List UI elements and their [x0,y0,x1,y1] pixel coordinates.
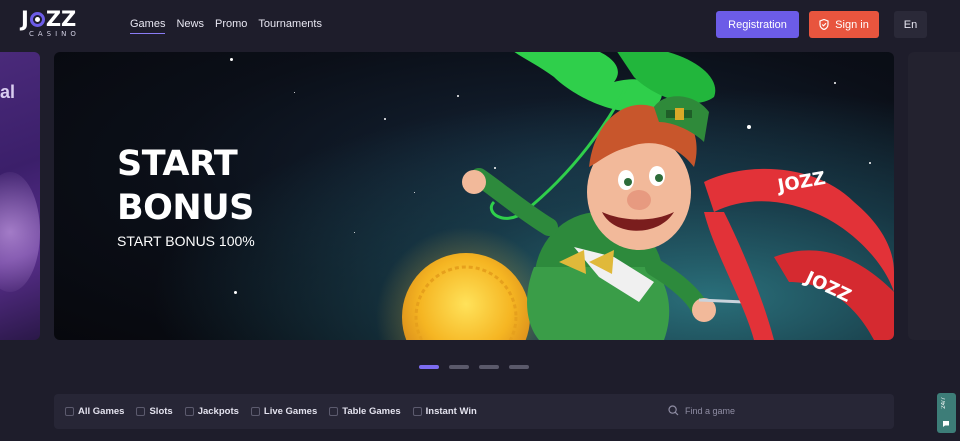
ribbon-text-layer: JOZZ JOZZ [774,168,854,307]
jackpot-icon [184,407,194,416]
live-icon [250,407,260,416]
category-all-games[interactable]: All Games [65,406,124,417]
prev-slide-glow [0,172,40,292]
slots-icon [136,407,146,416]
ribbon-logo-text: JOZZ [774,168,827,197]
support-chat-button[interactable]: 24/7 [937,393,956,433]
promo-banner[interactable]: START BONUS START BONUS 100% JOZZ JOZZ [54,52,894,340]
category-label: All Games [78,406,125,417]
language-selector[interactable]: En [894,11,927,38]
logo-letter-left: J [21,7,29,31]
logo-subtitle: CASINO [29,30,80,38]
logo-letters-right: ZZ [45,7,77,31]
shield-icon [819,19,829,30]
registration-button[interactable]: Registration [716,11,799,38]
category-label: Jackpots [197,406,239,417]
carousel-dot-2[interactable] [449,365,469,369]
ribbon-logo-text-2: JOZZ [800,267,854,307]
category-instant-win[interactable]: Instant Win [412,406,477,417]
chat-icon [943,421,949,427]
carousel-pagination [419,365,529,369]
category-slots[interactable]: Slots [136,406,173,417]
category-table-games[interactable]: Table Games [329,406,401,417]
main-nav: Games News Promo Tournaments [130,17,322,34]
nav-promo[interactable]: Promo [215,17,247,34]
category-label: Table Games [342,406,401,417]
category-label: Slots [149,406,173,417]
nav-news[interactable]: News [176,17,204,34]
signin-label: Sign in [835,18,869,31]
logo-o-icon [29,11,45,27]
instant-icon [412,407,422,416]
carousel-dot-3[interactable] [479,365,499,369]
carousel-prev-slide[interactable]: al [0,52,40,340]
grid-icon [65,407,74,416]
signin-button[interactable]: Sign in [809,11,879,38]
search-icon [668,405,679,416]
category-label: Instant Win [425,406,477,417]
nav-games[interactable]: Games [130,17,166,34]
game-category-bar: All Games Slots Jackpots Live Games Tabl… [54,394,894,429]
logo[interactable]: J ZZ CASINO [21,8,81,40]
nav-tournaments[interactable]: Tournaments [258,17,322,34]
carousel-dot-1[interactable] [419,365,439,369]
game-search [668,405,865,416]
carousel-dot-4[interactable] [509,365,529,369]
category-jackpots[interactable]: Jackpots [184,406,239,417]
header: J ZZ CASINO Games News Promo Tournaments… [0,0,960,50]
carousel-next-slide[interactable] [908,52,960,340]
support-label: 24/7 [941,397,947,409]
table-icon [329,407,339,416]
category-live-games[interactable]: Live Games [250,406,318,417]
category-label: Live Games [263,406,318,417]
logo-wordmark: J ZZ [21,8,81,30]
prev-slide-text: al [0,82,16,102]
search-input[interactable] [685,405,865,416]
category-tabs: All Games Slots Jackpots Live Games Tabl… [65,406,477,417]
